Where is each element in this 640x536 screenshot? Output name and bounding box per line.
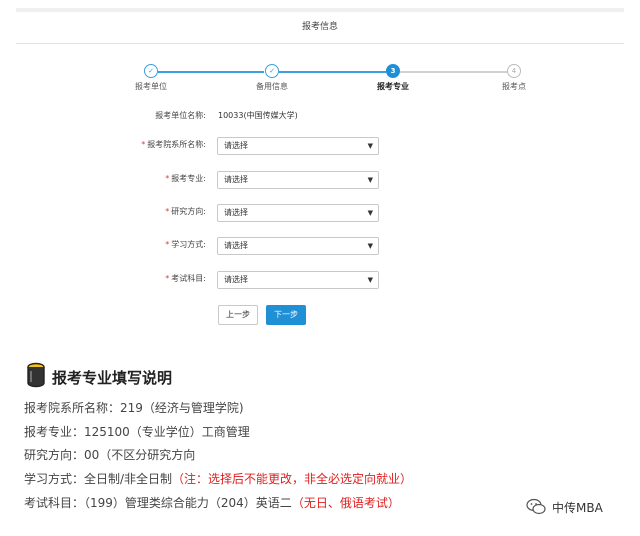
step-number: 3 xyxy=(386,64,400,78)
step-2[interactable]: ✓ 备用信息 xyxy=(242,64,302,92)
watermark-text: 中传MBA xyxy=(552,501,603,515)
step-1[interactable]: ✓ 报考单位 xyxy=(121,64,181,92)
major-select[interactable]: 请选择 ▼ xyxy=(217,171,379,189)
department-label: * 报考院系所名称: xyxy=(141,140,206,149)
study-mode-row: * 学习方式: 请选择 ▼ xyxy=(0,237,640,255)
wechat-icon xyxy=(526,498,546,515)
page-title: 报考信息 xyxy=(301,22,338,32)
note-line: 报考专业：125100（专业学位）工商管理 xyxy=(24,425,250,439)
exam-subjects-select[interactable]: 请选择 ▼ xyxy=(217,271,379,289)
research-select[interactable]: 请选择 ▼ xyxy=(217,204,379,222)
step-label: 报考专业 xyxy=(377,82,409,91)
caret-down-icon: ▼ xyxy=(367,242,373,250)
step-4[interactable]: 4 报考点 xyxy=(484,64,544,92)
note-line: 研究方向：00（不区分研究方向 xyxy=(24,448,196,462)
notes-title: 报考专业填写说明 xyxy=(52,369,173,387)
caret-down-icon: ▼ xyxy=(367,209,373,217)
caret-down-icon: ▼ xyxy=(367,142,373,150)
exam-subjects-label: * 考试科目: xyxy=(165,274,206,283)
research-row: * 研究方向: 请选择 ▼ xyxy=(0,204,640,222)
exam-subjects-row: * 考试科目: 请选择 ▼ xyxy=(0,271,640,289)
check-icon: ✓ xyxy=(144,64,158,78)
research-label: * 研究方向: xyxy=(165,207,206,216)
major-label: * 报考专业: xyxy=(165,174,206,183)
cylinder-icon xyxy=(27,362,45,388)
step-label: 报考点 xyxy=(502,82,526,91)
step-label: 备用信息 xyxy=(256,82,288,91)
study-mode-label: * 学习方式: xyxy=(165,240,206,249)
page-header: 报考信息 xyxy=(16,12,624,44)
unit-label: 报考单位名称: xyxy=(155,111,206,120)
next-step-button[interactable]: 下一步 xyxy=(266,305,306,325)
step-label: 报考单位 xyxy=(135,82,167,91)
note-line: 学习方式：全日制/非全日制（注：选择后不能更改，非全必选定向就业） xyxy=(24,472,413,486)
note-line: 考试科目：（199）管理类综合能力（204）英语二（无日、俄语考试） xyxy=(24,496,400,510)
note-line: 报考院系所名称：219（经济与管理学院) xyxy=(24,401,244,415)
caret-down-icon: ▼ xyxy=(367,276,373,284)
department-row: * 报考院系所名称: 请选择 ▼ xyxy=(0,137,640,155)
major-row: * 报考专业: 请选择 ▼ xyxy=(0,171,640,189)
department-select[interactable]: 请选择 ▼ xyxy=(217,137,379,155)
check-icon: ✓ xyxy=(265,64,279,78)
progress-stepper: ✓ 报考单位 ✓ 备用信息 3 报考专业 4 报考点 xyxy=(0,60,640,100)
prev-step-button[interactable]: 上一步 xyxy=(218,305,258,325)
unit-row: 报考单位名称: 10033(中国传媒大学) xyxy=(0,108,640,126)
caret-down-icon: ▼ xyxy=(367,176,373,184)
study-mode-select[interactable]: 请选择 ▼ xyxy=(217,237,379,255)
step-3[interactable]: 3 报考专业 xyxy=(363,64,423,92)
step-number: 4 xyxy=(507,64,521,78)
unit-value: 10033(中国传媒大学) xyxy=(218,111,298,120)
